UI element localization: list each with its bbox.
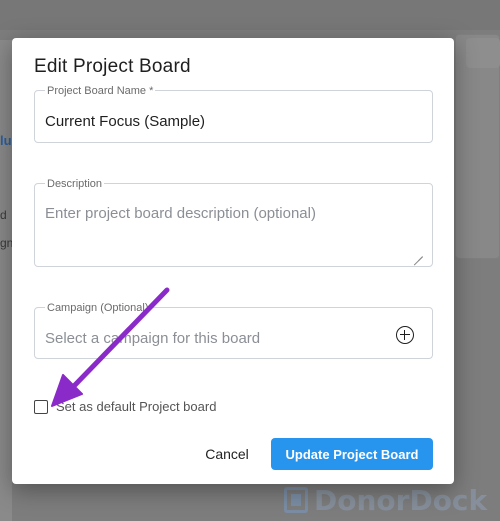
edit-project-board-dialog: Edit Project Board Project Board Name * … (12, 38, 454, 484)
resize-handle-icon[interactable] (414, 248, 423, 257)
background-text-fragment: d (0, 208, 7, 222)
project-board-name-label: Project Board Name * (45, 84, 156, 98)
default-board-checkbox[interactable] (34, 399, 48, 414)
dialog-title: Edit Project Board (34, 56, 191, 77)
donordock-logo-icon (284, 487, 308, 513)
background-header (0, 0, 500, 30)
project-board-name-field[interactable]: Project Board Name * Current Focus (Samp… (34, 84, 433, 143)
description-placeholder[interactable]: Enter project board description (optiona… (45, 205, 316, 222)
description-label: Description (45, 177, 105, 191)
cancel-button[interactable]: Cancel (194, 439, 260, 469)
donordock-watermark: DonorDock (284, 481, 500, 519)
description-field[interactable]: Description Enter project board descript… (34, 177, 433, 267)
background-left-panel (0, 40, 12, 521)
default-board-checkbox-label[interactable]: Set as default Project board (56, 399, 216, 414)
project-board-name-value[interactable]: Current Focus (Sample) (45, 113, 205, 130)
watermark-text: DonorDock (314, 483, 488, 517)
background-card-header (466, 38, 500, 68)
campaign-select[interactable]: Campaign (Optional) Select a campaign fo… (34, 301, 433, 359)
plus-circle-icon[interactable] (396, 326, 414, 344)
campaign-placeholder[interactable]: Select a campaign for this board (45, 330, 260, 347)
default-board-option[interactable]: Set as default Project board (34, 399, 216, 414)
update-project-board-button[interactable]: Update Project Board (271, 438, 433, 470)
campaign-label: Campaign (Optional) (45, 301, 151, 315)
